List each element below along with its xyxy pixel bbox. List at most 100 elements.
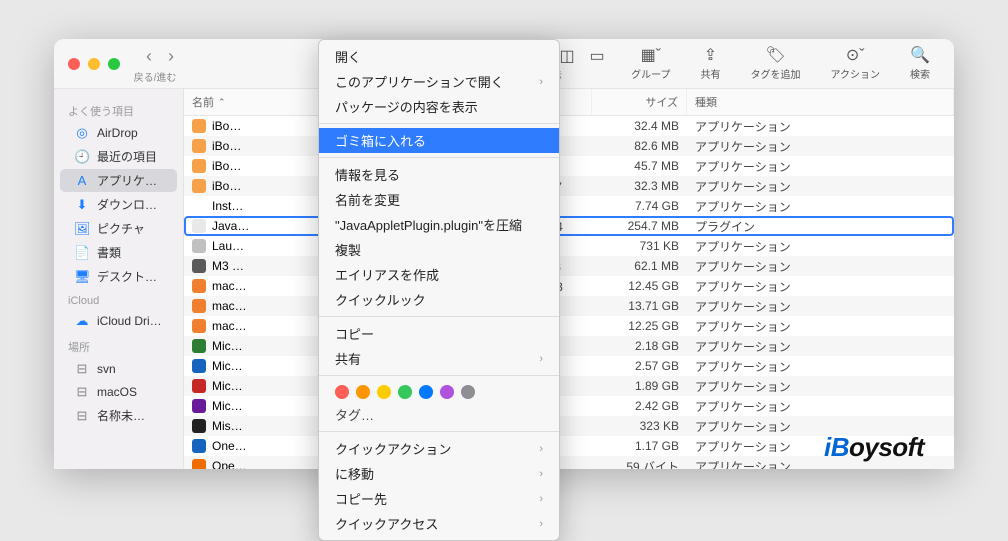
tag-color-dot[interactable] <box>419 385 433 399</box>
table-row[interactable]: mac… 2024年10月9日 16:44 12.25 GB アプリケーション <box>184 316 954 336</box>
table-row[interactable]: iBo… 2023年11月10日 13:17 32.3 MB アプリケーション <box>184 176 954 196</box>
table-row[interactable]: iBo… 2023年12月29日 9:27 82.6 MB アプリケーション <box>184 136 954 156</box>
cm-duplicate[interactable]: 複製 <box>319 237 559 262</box>
search-button[interactable]: 🔍検索 <box>900 44 940 83</box>
tag-color-dot[interactable] <box>377 385 391 399</box>
column-header-size[interactable]: サイズ <box>592 89 687 115</box>
chevron-right-icon: › <box>539 76 543 88</box>
tag-color-dot[interactable] <box>356 385 370 399</box>
table-row[interactable]: Inst… 2021年1月6日 4:51 7.74 GB アプリケーション <box>184 196 954 216</box>
app-icon <box>192 159 206 173</box>
back-button[interactable]: ‹ <box>140 44 158 69</box>
group-icon: ▦ˇ <box>641 46 661 64</box>
sidebar-item[interactable]: ☁iCloud Dri… <box>60 310 177 332</box>
cm-move-to[interactable]: に移動› <box>319 461 559 486</box>
sidebar-item[interactable]: ⬇ダウンロ… <box>60 193 177 216</box>
file-kind: アプリケーション <box>687 318 954 335</box>
sidebar-item[interactable]: ◎AirDrop <box>60 122 177 144</box>
table-row[interactable]: Mic… 2024年9月18日 9:03 2.18 GB アプリケーション <box>184 336 954 356</box>
table-row[interactable]: M3 … 2023年10月11日 11:33 62.1 MB アプリケーション <box>184 256 954 276</box>
cm-make-alias[interactable]: エイリアスを作成 <box>319 262 559 287</box>
nav-label: 戻る/進む <box>134 69 177 84</box>
sidebar-item-icon: ◎ <box>74 125 90 141</box>
sidebar-item[interactable]: ⊟macOS <box>60 381 177 403</box>
sidebar-item[interactable]: ⊟名称未… <box>60 404 177 427</box>
file-name: One… <box>212 439 247 453</box>
cm-compress[interactable]: "JavaAppletPlugin.plugin"を圧縮 <box>319 212 559 237</box>
cm-tags-label[interactable]: タグ… <box>319 404 559 427</box>
group-button[interactable]: ▦ˇグループ <box>621 44 680 83</box>
table-row[interactable]: Lau… 2024年7月17日 18:49 731 KB アプリケーション <box>184 236 954 256</box>
file-name: iBo… <box>212 179 241 193</box>
cm-show-package[interactable]: パッケージの内容を表示 <box>319 94 559 119</box>
table-row[interactable]: mac… 2024年10月14日 16:33 12.45 GB アプリケーション <box>184 276 954 296</box>
cm-copy-to[interactable]: コピー先› <box>319 486 559 511</box>
file-size: 32.4 MB <box>592 119 687 133</box>
file-kind: アプリケーション <box>687 118 954 135</box>
cm-open-with[interactable]: このアプリケーションで開く› <box>319 69 559 94</box>
sidebar-item-icon: A <box>74 173 90 188</box>
cm-tag-colors <box>319 380 559 404</box>
table-row[interactable]: Mic… 2024年10月8日 9:03 2.57 GB アプリケーション <box>184 356 954 376</box>
tag-color-dot[interactable] <box>335 385 349 399</box>
file-size: 1.89 GB <box>592 379 687 393</box>
table-row[interactable]: iBo… 2023年9月14日 11:20 32.4 MB アプリケーション <box>184 116 954 136</box>
sidebar-item-icon: ⊟ <box>74 384 90 400</box>
cm-move-to-trash[interactable]: ゴミ箱に入れる <box>319 128 559 153</box>
sidebar-header-icloud: iCloud <box>54 289 183 309</box>
file-size: 13.71 GB <box>592 299 687 313</box>
watermark: iBoysoft <box>824 432 924 463</box>
sidebar-item-icon: ⬇ <box>74 197 90 213</box>
cm-quicklook[interactable]: クイックルック <box>319 287 559 312</box>
file-kind: プラグイン <box>687 218 954 235</box>
sidebar-item-label: アプリケ… <box>97 172 157 189</box>
cm-get-info[interactable]: 情報を見る <box>319 162 559 187</box>
sidebar-header-favorites: よく使う項目 <box>54 97 183 121</box>
forward-button[interactable]: › <box>162 44 180 69</box>
action-button[interactable]: ⊙ˇアクション <box>821 44 891 83</box>
cm-quick-actions[interactable]: クイックアクション› <box>319 436 559 461</box>
file-size: 2.42 GB <box>592 399 687 413</box>
sidebar-item[interactable]: 🖥デスクト… <box>60 265 177 288</box>
file-size: 731 KB <box>592 239 687 253</box>
sidebar-item[interactable]: 📄書類 <box>60 241 177 264</box>
file-kind: アプリケーション <box>687 238 954 255</box>
table-row[interactable]: Java… 2024年12月13日 13:04 254.7 MB プラグイン <box>184 216 954 236</box>
column-header-kind[interactable]: 種類 <box>687 89 954 115</box>
cm-quick-access[interactable]: クイックアクセス› <box>319 511 559 536</box>
sidebar-item[interactable]: A アプリケ… <box>60 169 177 192</box>
cm-share[interactable]: 共有› <box>319 346 559 371</box>
tag-color-dot[interactable] <box>440 385 454 399</box>
table-row[interactable]: mac… 2024年10月9日 14:29 13.71 GB アプリケーション <box>184 296 954 316</box>
tag-color-dot[interactable] <box>398 385 412 399</box>
app-icon <box>192 419 206 433</box>
cm-rename[interactable]: 名前を変更 <box>319 187 559 212</box>
cm-open[interactable]: 開く <box>319 44 559 69</box>
chevron-right-icon: › <box>539 493 543 505</box>
table-row[interactable]: Mic… 2024年9月18日 9:06 2.42 GB アプリケーション <box>184 396 954 416</box>
close-button[interactable] <box>68 58 80 70</box>
app-icon <box>192 379 206 393</box>
file-size: 62.1 MB <box>592 259 687 273</box>
minimize-button[interactable] <box>88 58 100 70</box>
chevron-right-icon: › <box>539 443 543 455</box>
cm-copy[interactable]: コピー <box>319 321 559 346</box>
file-name: Lau… <box>212 239 244 253</box>
file-list: 名前⌃ 変更日 サイズ 種類 iBo… 2023年9月14日 11:20 32.… <box>184 89 954 469</box>
sidebar-item[interactable]: 🖼ピクチャ <box>60 217 177 240</box>
sidebar-item-label: 最近の項目 <box>97 148 157 165</box>
sidebar-item-icon: 📄 <box>74 245 90 261</box>
table-row[interactable]: iBo… 2024年7月3日 13:26 45.7 MB アプリケーション <box>184 156 954 176</box>
file-name: Mis… <box>212 419 243 433</box>
share-button[interactable]: ⇪共有 <box>691 44 731 83</box>
app-icon <box>192 299 206 313</box>
sidebar-item[interactable]: 🕘最近の項目 <box>60 145 177 168</box>
sidebar-item[interactable]: ⊟svn <box>60 358 177 380</box>
file-kind: アプリケーション <box>687 378 954 395</box>
maximize-button[interactable] <box>108 58 120 70</box>
tag-button[interactable]: 🏷タグを追加 <box>741 44 811 83</box>
tag-color-dot[interactable] <box>461 385 475 399</box>
view-icon-gallery[interactable]: ▭ <box>583 45 611 67</box>
table-row[interactable]: Mic… 2024年9月18日 9:06 1.89 GB アプリケーション <box>184 376 954 396</box>
sidebar-item-icon: 🖥 <box>74 269 90 285</box>
